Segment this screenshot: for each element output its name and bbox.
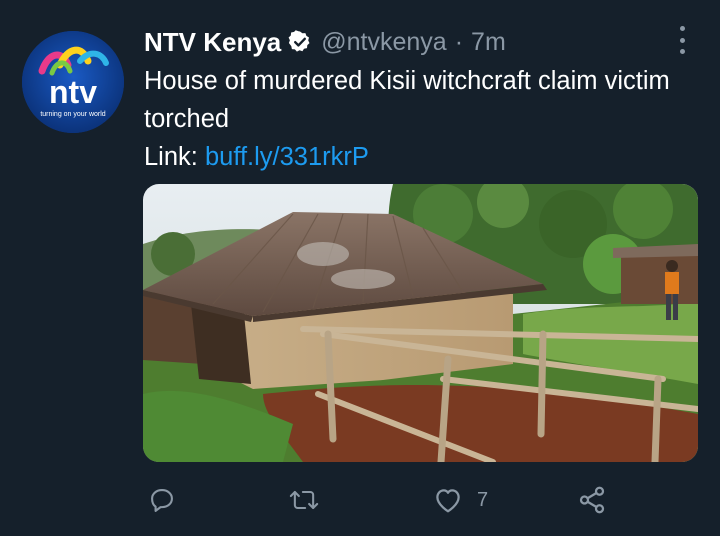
author-handle[interactable]: @ntvkenya [321, 28, 446, 57]
author-name[interactable]: NTV Kenya [144, 27, 281, 58]
tweet-body: House of murdered Kisii witchcraft claim… [144, 67, 670, 133]
avatar-logo-text: ntv [49, 74, 97, 110]
share-icon[interactable] [577, 485, 607, 515]
share-button[interactable] [577, 478, 607, 522]
tweet-link[interactable]: buff.ly/331rkrP [205, 143, 369, 171]
reply-icon[interactable] [148, 486, 176, 514]
verified-badge-icon [288, 30, 312, 54]
reply-button[interactable] [148, 478, 176, 522]
tweet-actions: 7 [0, 478, 720, 522]
like-count: 7 [477, 488, 489, 511]
link-line: Link: buff.ly/331rkrP [144, 138, 689, 176]
link-label: Link: [144, 143, 205, 171]
like-button[interactable]: 7 [433, 478, 488, 522]
separator-dot: · [454, 27, 464, 56]
avatar-tagline: turning on your world [40, 111, 105, 118]
heart-icon[interactable] [433, 486, 463, 514]
timestamp[interactable]: 7m [471, 28, 506, 57]
tweet-header: NTV Kenya @ntvkenya · 7m [144, 25, 506, 59]
more-options-icon[interactable] [672, 26, 692, 54]
tweet-media-image[interactable] [143, 184, 698, 462]
avatar[interactable]: ntv turning on your world [22, 31, 124, 133]
tweet-text: House of murdered Kisii witchcraft claim… [144, 62, 689, 176]
retweet-button[interactable] [288, 478, 320, 522]
ntv-logo: ntv turning on your world [22, 31, 124, 133]
retweet-icon[interactable] [288, 486, 320, 514]
